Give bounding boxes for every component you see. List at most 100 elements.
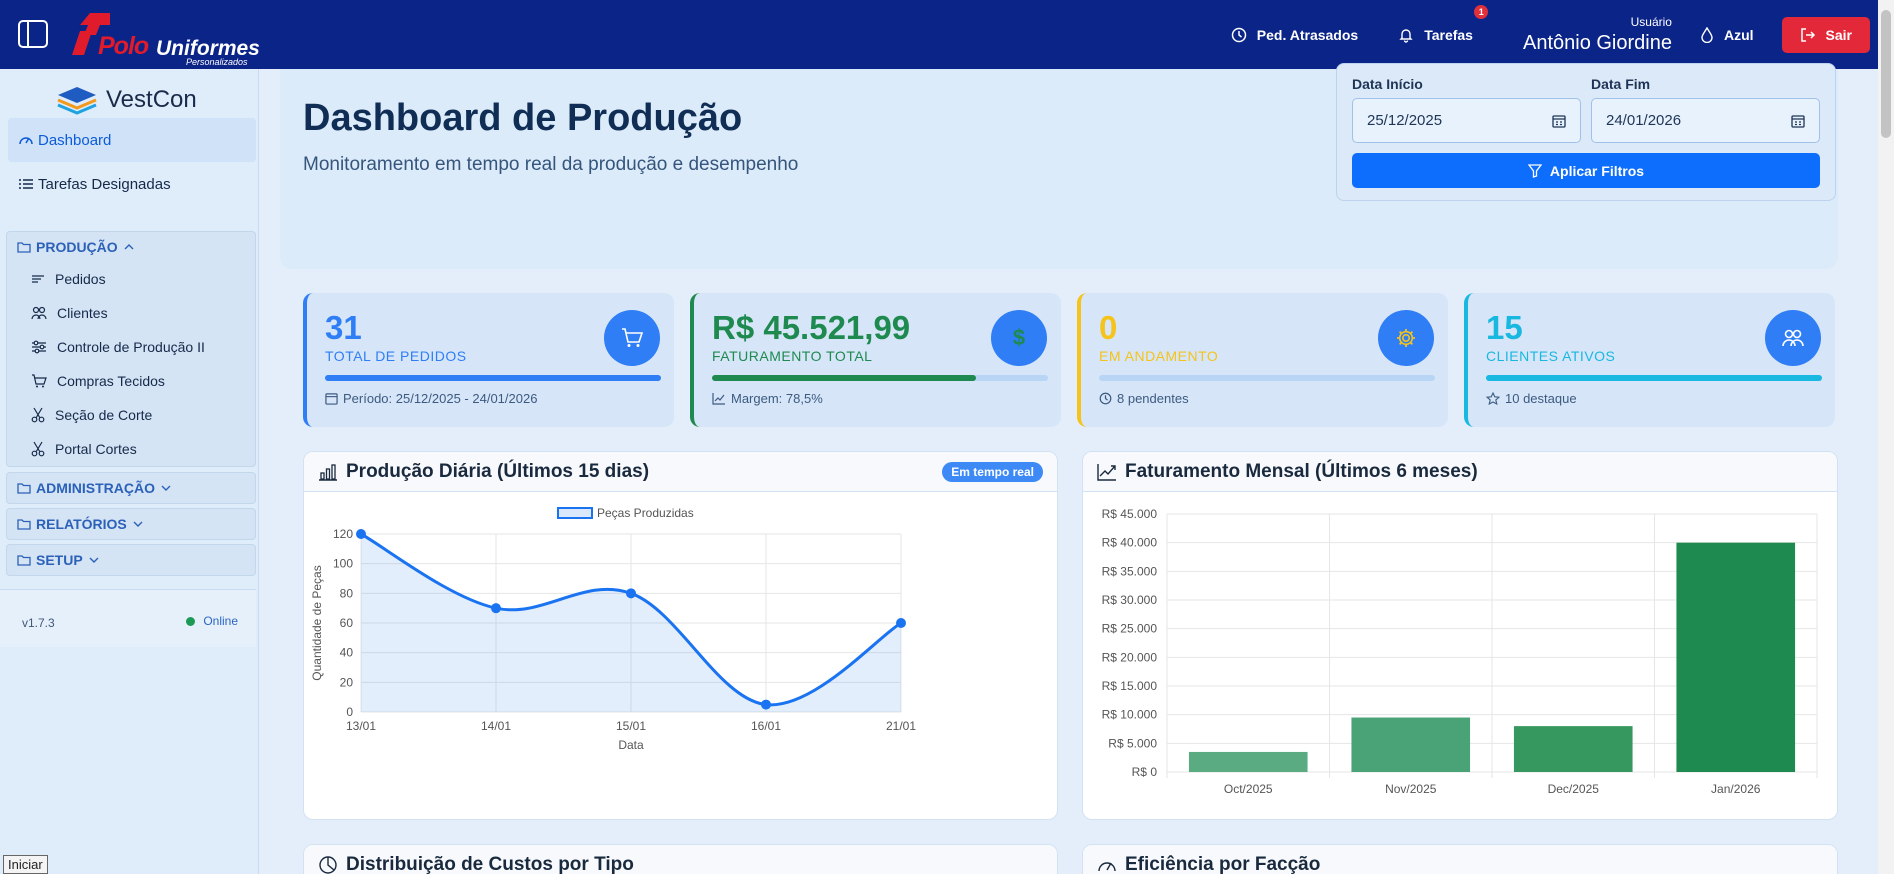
panel-header: Faturamento Mensal (Últimos 6 meses) [1083, 452, 1837, 492]
user-name: Antônio Giordine [1522, 31, 1672, 54]
scissors-icon [31, 407, 45, 423]
stat-card-revenue: R$ 45.521,99 FATURAMENTO TOTAL $ Margem:… [690, 293, 1061, 427]
stat-progress-fill [712, 375, 976, 381]
folder-icon [17, 483, 31, 494]
sidebar-toggle-button[interactable] [18, 20, 48, 48]
tasks-label: Tarefas [1424, 26, 1473, 43]
page-header: Dashboard de Produção Monitoramento em t… [280, 63, 1838, 269]
x-tick-label: Jan/2026 [1711, 782, 1761, 796]
end-date-input[interactable]: 24/01/2026 [1591, 98, 1820, 143]
dollar-icon: $ [991, 310, 1047, 366]
star-icon [1486, 392, 1500, 405]
page-title: Dashboard de Produção [303, 97, 743, 139]
sidebar-group-producao: PRODUÇÃO Pedidos Clientes Controle de Pr… [6, 231, 256, 467]
user-info[interactable]: Usuário Antônio Giordine [1523, 15, 1672, 55]
trend-up-icon [712, 393, 725, 405]
start-button[interactable]: Iniciar [3, 855, 48, 874]
sidebar-item-label: Pedidos [55, 271, 106, 287]
monthly-revenue-chart[interactable]: R$ 0 R$ 5.000 R$ 10.000 R$ 15.000 R$ 20.000 R… [1083, 493, 1838, 820]
sidebar-footer: v1.7.3 Online [0, 589, 256, 647]
panel-header: Eficiência por Facção [1083, 845, 1837, 874]
end-date-value: 24/01/2026 [1606, 112, 1682, 129]
late-orders-link[interactable]: Ped. Atrasados [1231, 27, 1358, 43]
x-tick-label: Nov/2025 [1385, 782, 1437, 796]
stat-card-active-clients: 15 CLIENTES ATIVOS 10 destaque [1464, 293, 1835, 427]
stat-note: 10 destaque [1486, 391, 1577, 406]
panel-title: Produção Diária (Últimos 15 dias) [346, 460, 650, 482]
sidebar-item-secao-corte[interactable]: Seção de Corte [7, 398, 255, 432]
stat-label: EM ANDAMENTO [1099, 348, 1219, 364]
sidebar-group-header-administracao[interactable]: ADMINISTRAÇÃO [7, 473, 255, 503]
logout-button[interactable]: Sair [1781, 16, 1870, 53]
brand-logo[interactable]: Polo Uniformes Personalizados [68, 8, 260, 67]
sidebar-group-relatorios[interactable]: RELATÓRIOS [6, 508, 256, 540]
sidebar-group-header-relatorios[interactable]: RELATÓRIOS [7, 509, 255, 539]
sidebar-item-controle-producao[interactable]: Controle de Produção II [7, 330, 255, 364]
daily-production-panel: Produção Diária (Últimos 15 dias) Em tem… [303, 451, 1058, 820]
cart-icon [32, 374, 47, 388]
legend-label: Peças Produzidas [597, 506, 694, 520]
filter-icon [1527, 163, 1542, 178]
sidebar-group-setup[interactable]: SETUP [6, 544, 256, 576]
stat-label: TOTAL DE PEDIDOS [325, 348, 467, 364]
y-tick-label: R$ 5.000 [1108, 736, 1157, 750]
stat-value: 31 [325, 309, 362, 346]
x-tick-label: 14/01 [481, 719, 511, 733]
stat-card-total-orders: 31 TOTAL DE PEDIDOS Período: 25/12/2025 … [303, 293, 674, 427]
status-dot-icon [186, 616, 196, 626]
scrollbar-thumb[interactable] [1881, 10, 1891, 138]
page-scrollbar[interactable] [1878, 0, 1894, 874]
stat-note: Margem: 78,5% [712, 391, 823, 406]
folder-icon [17, 555, 31, 566]
sidebar-group-header-setup[interactable]: SETUP [7, 545, 255, 575]
start-date-input[interactable]: 25/12/2025 [1352, 98, 1581, 143]
stat-progress-bar [1486, 375, 1822, 381]
stat-value: 15 [1486, 309, 1523, 346]
bar [1351, 717, 1471, 772]
stat-note: Período: 25/12/2025 - 24/01/2026 [325, 391, 537, 406]
date-filter-card: Data Início 25/12/2025 Data Fim 24/01/20… [1336, 63, 1836, 201]
data-point [761, 699, 771, 710]
top-bar: Polo Uniformes Personalizados Ped. Atras… [0, 0, 1894, 69]
apply-filters-button[interactable]: Aplicar Filtros [1352, 153, 1820, 188]
sidebar-group-administracao[interactable]: ADMINISTRAÇÃO [6, 472, 256, 504]
data-point [626, 588, 636, 599]
sidebar-item-portal-cortes[interactable]: Portal Cortes [7, 432, 255, 466]
sidebar-group-label: SETUP [36, 552, 83, 568]
live-badge: Em tempo real [942, 462, 1043, 482]
sidebar-item-tasks[interactable]: Tarefas Designadas [8, 162, 256, 206]
people-icon [1765, 310, 1821, 366]
sidebar-group-header-producao[interactable]: PRODUÇÃO [7, 232, 255, 262]
bell-icon [1399, 28, 1413, 43]
sidebar-item-clientes[interactable]: Clientes [7, 296, 255, 330]
data-point [491, 603, 501, 614]
chevron-down-icon [133, 521, 143, 527]
stat-card-in-progress: 0 EM ANDAMENTO 8 pendentes [1077, 293, 1448, 427]
orders-icon [32, 275, 44, 283]
start-date-value: 25/12/2025 [1367, 112, 1443, 129]
calendar-icon[interactable] [1791, 114, 1805, 128]
x-axis-label: Data [618, 738, 644, 752]
sidebar-item-pedidos[interactable]: Pedidos [7, 262, 255, 296]
stat-note-text: Período: 25/12/2025 - 24/01/2026 [343, 391, 538, 406]
gear-icon [1378, 310, 1434, 366]
panel-title: Eficiência por Facção [1125, 853, 1321, 874]
panel-title: Distribuição de Custos por Tipo [346, 853, 634, 874]
chevron-down-icon [161, 485, 171, 491]
sidebar-item-dashboard[interactable]: Dashboard [8, 118, 256, 162]
daily-production-chart[interactable]: Peças Produzidas 0 20 40 60 80 100 120 13/01 14/0… [304, 493, 1058, 820]
stat-value: R$ 45.521,99 [712, 309, 911, 346]
panel-header: Distribuição de Custos por Tipo [304, 845, 1057, 874]
sidebar-item-label: Dashboard [38, 131, 112, 149]
stat-progress-fill [1486, 375, 1822, 381]
vestcon-logo[interactable]: VestCon [56, 85, 197, 115]
theme-toggle[interactable]: Azul [1700, 26, 1754, 43]
bar [1188, 751, 1308, 772]
theme-label: Azul [1723, 26, 1754, 43]
tasks-link[interactable]: Tarefas 1 [1398, 4, 1489, 43]
y-tick-label: 80 [340, 586, 354, 600]
y-tick-label: R$ 30.000 [1102, 593, 1158, 607]
calendar-icon[interactable] [1552, 114, 1566, 128]
legend-swatch [557, 507, 593, 519]
sidebar-item-compras-tecidos[interactable]: Compras Tecidos [7, 364, 255, 398]
